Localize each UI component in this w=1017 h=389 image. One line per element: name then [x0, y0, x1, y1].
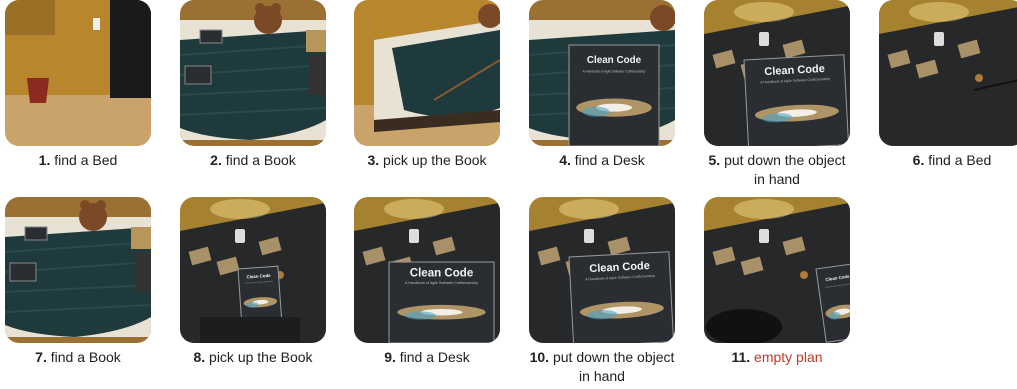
step-text: find a Desk — [399, 349, 470, 365]
scene-svg: Clean Code A Handbook of Agile Software … — [704, 0, 850, 146]
step-caption: 7. find a Book — [5, 348, 151, 367]
step-image — [5, 0, 151, 146]
step-number: 11. — [731, 349, 751, 365]
step-number: 9. — [384, 349, 396, 365]
step-image — [5, 197, 151, 343]
step-text: find a Book — [50, 349, 121, 365]
step-text: pick up the Book — [383, 152, 487, 168]
scene-svg — [180, 0, 326, 146]
step-number: 3. — [367, 152, 380, 168]
step-caption: 10. put down the object in hand — [529, 348, 675, 386]
step-caption: 2. find a Book — [180, 151, 326, 170]
step-image: Clean Code A Handbook of Agile Software … — [354, 197, 500, 343]
step-text: put down the object in hand — [552, 349, 675, 384]
svg-text:A Handbook of Agile Software C: A Handbook of Agile Software Craftsmansh… — [583, 69, 646, 73]
step-caption: 6. find a Bed — [879, 151, 1017, 170]
svg-text:Clean Code: Clean Code — [410, 268, 474, 280]
step-image: Clean Code A Handbook of Agile Software … — [529, 197, 675, 343]
step-image: Clean Code A Handbook of Agile Software … — [704, 197, 850, 343]
step-number: 6. — [912, 152, 925, 168]
step-caption: 4. find a Desk — [529, 151, 675, 170]
step-number: 4. — [559, 152, 571, 168]
step-image: Clean Code A Handbook of Agile Software … — [704, 0, 850, 146]
step-number: 8. — [193, 349, 206, 365]
scene-svg — [5, 0, 151, 146]
step-caption: 11. empty plan — [704, 348, 850, 367]
svg-text:Clean Code: Clean Code — [587, 55, 642, 66]
svg-text:A Handbook of Agile Software C: A Handbook of Agile Software Craftsmansh… — [405, 281, 478, 285]
step-image: Clean Code A Handbook of Agile Software … — [529, 0, 675, 146]
step-caption: 5. put down the object in hand — [704, 151, 850, 189]
step-caption: 9. find a Desk — [354, 348, 500, 367]
scene-svg — [879, 0, 1017, 146]
step-text: find a Bed — [928, 152, 992, 168]
step-text: find a Desk — [574, 152, 645, 168]
step-number: 10. — [529, 349, 550, 365]
scene-svg: Clean Code A Handbook of Agile Software … — [529, 0, 675, 146]
step-number: 2. — [210, 152, 222, 168]
step-text: find a Bed — [54, 152, 118, 168]
step-number: 7. — [35, 349, 47, 365]
step-text: pick up the Book — [209, 349, 313, 365]
step-number: 1. — [38, 152, 51, 168]
scene-svg: Clean Code A Handbook of Agile Software … — [354, 197, 500, 343]
step-image — [879, 0, 1017, 146]
step-image — [354, 0, 500, 146]
scene-svg — [354, 0, 500, 146]
step-image — [180, 0, 326, 146]
step-image: Clean Code A Handbook of Agile Software … — [180, 197, 326, 343]
step-text: empty plan — [754, 349, 823, 365]
step-text: find a Book — [225, 152, 296, 168]
step-caption: 3. pick up the Book — [354, 151, 500, 170]
step-caption: 8. pick up the Book — [180, 348, 326, 367]
step-text: put down the object in hand — [724, 152, 846, 187]
scene-svg — [5, 197, 151, 343]
scene-svg: Clean Code A Handbook of Agile Software … — [180, 197, 326, 343]
step-number: 5. — [708, 152, 721, 168]
scene-svg: Clean Code A Handbook of Agile Software … — [529, 197, 675, 343]
scene-svg: Clean Code A Handbook of Agile Software … — [704, 197, 850, 343]
step-caption: 1. find a Bed — [5, 151, 151, 170]
